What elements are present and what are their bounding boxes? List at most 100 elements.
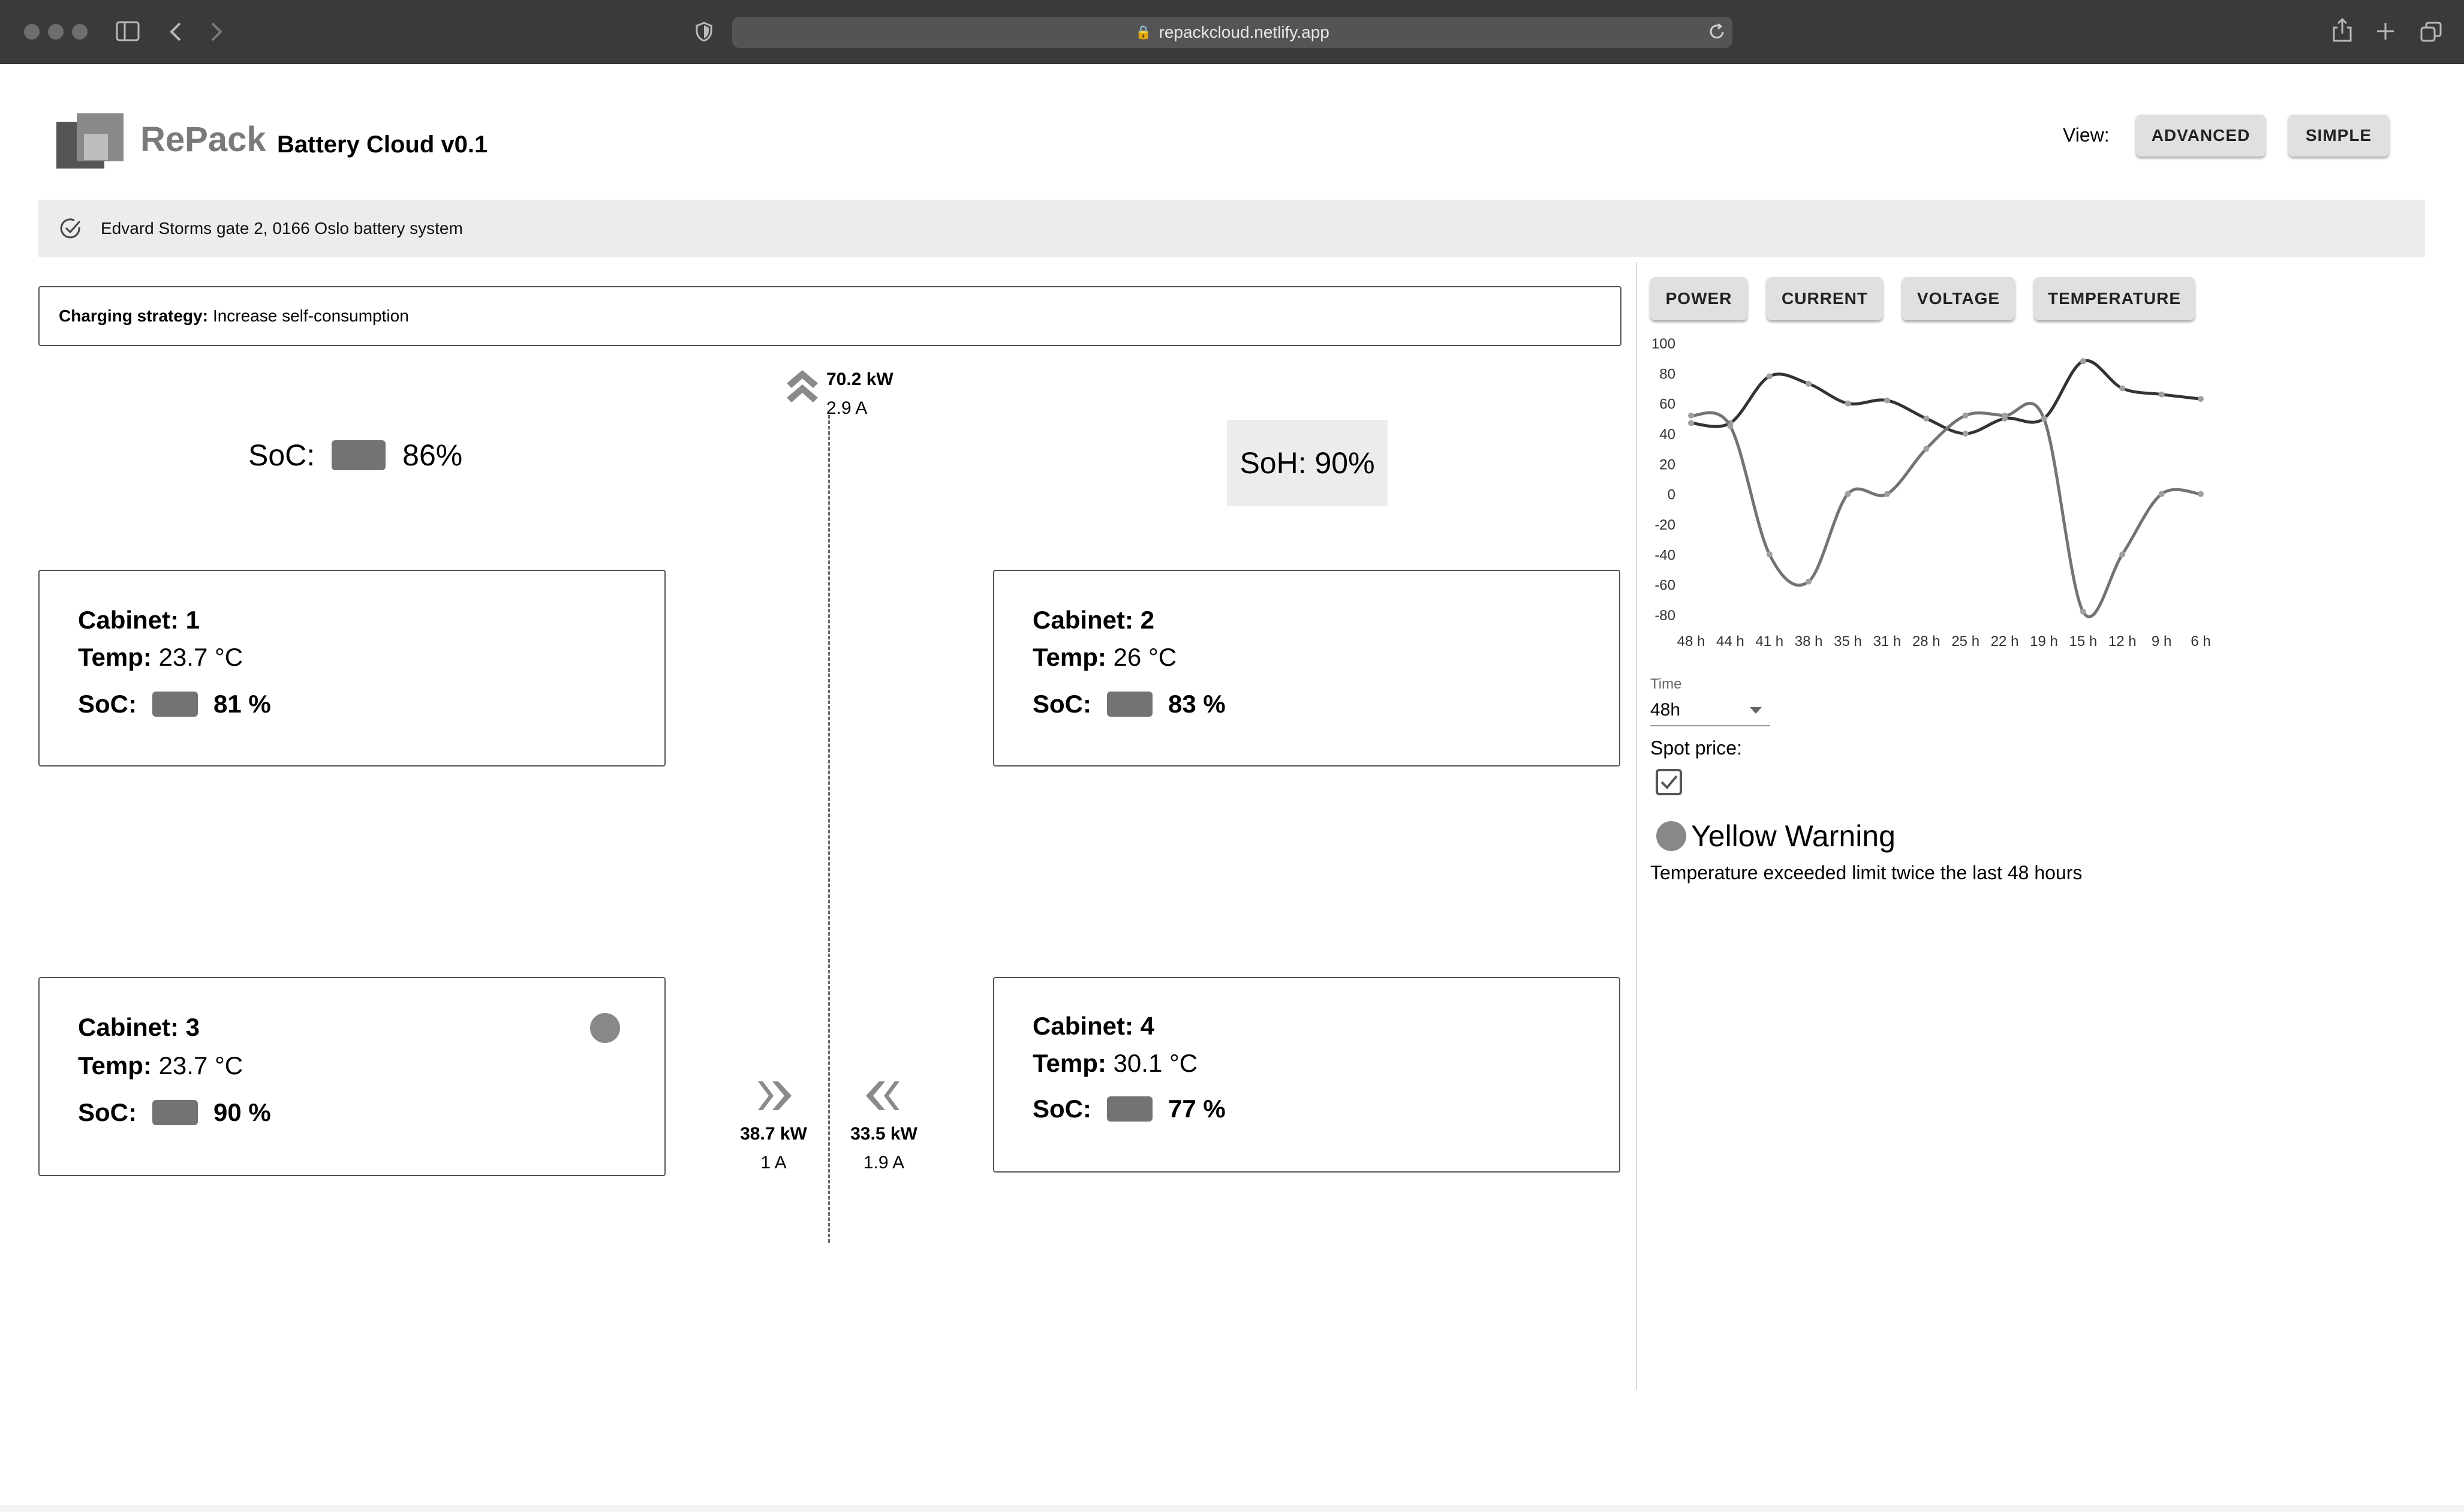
tab-temperature[interactable]: TEMPERATURE [2034,277,2195,320]
data-point [1727,423,1734,429]
spot-price-checkbox[interactable] [1655,768,1683,796]
forward-icon[interactable] [210,22,223,42]
cabinet-temp-value: 23.7 °C [158,1051,243,1080]
zoom-window-icon[interactable] [72,24,88,40]
simple-view-button[interactable]: SIMPLE [2288,115,2389,157]
time-range-select[interactable]: 48h [1650,695,1770,726]
logo-text: RePack [140,120,266,159]
x-tick-label: 19 h [2030,633,2058,650]
y-tick-label: 40 [1659,426,1675,443]
time-range-value: 48h [1650,700,1681,720]
top-flow-current: 2.9 A [826,398,868,418]
y-tick-label: -60 [1654,578,1675,594]
warning-status-dot [590,1013,620,1043]
tab-current[interactable]: CURRENT [1767,277,1883,320]
data-point [1806,578,1812,585]
minimize-window-icon[interactable] [48,24,64,40]
cabinet-soc-label: SoC: [78,1098,137,1126]
cabinet-temp: Temp: 30.1 °C [1033,1049,1198,1078]
x-tick-label: 25 h [1951,633,1979,650]
cabinet-card-3[interactable]: Cabinet: 3 Temp: 23.7 °C SoC: 90 % [38,977,666,1176]
cabinet-temp-label: Temp: [78,643,152,671]
cabinet-soc-value: 77 % [1168,1095,1226,1123]
cabinet-card-1[interactable]: Cabinet: 1 Temp: 23.7 °C SoC: 81 % [38,570,666,766]
cabinet-temp-label: Temp: [78,1051,152,1080]
page-bottom-edge [0,1505,2464,1512]
x-tick-label: 28 h [1912,633,1940,650]
y-tick-label: -40 [1654,547,1675,563]
left-flow-current: 1 A [760,1153,787,1173]
power-flow-line [828,415,830,1243]
history-chart: 100 80 60 40 20 0 -20 -40 -60 -8048 h 44 h 41 h 38 h… [1651,336,2211,650]
data-point [2119,551,2126,558]
cabinet-soc: SoC: 83 % [1033,690,1226,719]
check-circle-icon [60,218,81,239]
share-icon[interactable] [2333,18,2352,42]
sidebar-icon[interactable] [116,21,140,41]
charging-strategy-value: Increase self-consumption [212,306,409,325]
cabinet-soc-value: 81 % [213,690,271,718]
tab-overview-icon[interactable] [2420,22,2442,42]
data-point [2158,491,2165,497]
right-flow-readout: 33.5 kW 1.9 A [830,1120,938,1177]
charging-strategy-label: Charging strategy: [59,306,208,325]
cabinet-soc: SoC: 90 % [78,1098,271,1127]
data-point [1884,397,1890,404]
right-flow-current: 1.9 A [863,1153,905,1173]
cabinet-card-4[interactable]: Cabinet: 4 Temp: 30.1 °C SoC: 77 % [993,977,1620,1173]
data-point [1845,400,1851,407]
cabinet-temp: Temp: 23.7 °C [78,1051,243,1080]
view-label: View: [2063,124,2110,146]
series-line-1 [1690,359,2201,435]
x-tick-label: 22 h [1991,633,2019,650]
page: RePack Battery Cloud v0.1 View: ADVANCED… [0,64,2464,1512]
x-tick-label: 15 h [2069,633,2097,650]
system-soc: SoC: 86% [248,438,462,473]
cabinet-soc-value: 90 % [213,1098,271,1126]
new-tab-icon[interactable] [2376,22,2395,41]
data-point [1923,446,1930,452]
warning-status-dot [1656,821,1686,851]
cabinet-temp-label: Temp: [1033,1049,1106,1077]
back-icon[interactable] [169,22,182,42]
battery-icon [152,1100,198,1125]
top-flow-readout: 70.2 kW 2.9 A [826,365,893,423]
system-address-banner: Edvard Storms gate 2, 0166 Oslo battery … [38,200,2425,257]
cabinet-soc-label: SoC: [1033,1095,1091,1123]
data-point [2002,412,2008,419]
tab-voltage[interactable]: VOLTAGE [1902,277,2015,320]
data-point [1884,491,1890,497]
x-tick-label: 41 h [1755,633,1783,650]
cabinet-soc: SoC: 77 % [1033,1095,1226,1123]
cabinet-card-2[interactable]: Cabinet: 2 Temp: 26 °C SoC: 83 % [993,570,1620,766]
reload-icon[interactable] [1708,23,1726,41]
url-bar[interactable]: 🔒 repackcloud.netlify.app [732,17,1732,48]
x-tick-label: 12 h [2108,633,2137,650]
system-address: Edvard Storms gate 2, 0166 Oslo battery … [101,219,463,238]
data-point [2198,491,2204,497]
right-flow-power: 33.5 kW [850,1124,917,1144]
data-point [1923,415,1930,422]
double-chevron-left-icon [866,1081,899,1110]
cabinet-temp: Temp: 26 °C [1033,643,1177,672]
data-point [2041,415,2047,422]
data-point [1962,412,1969,419]
y-tick-label: -80 [1654,608,1675,624]
url-text: repackcloud.netlify.app [1159,23,1329,41]
y-tick-label: 0 [1668,487,1675,503]
app-title: Battery Cloud v0.1 [277,131,488,158]
x-tick-label: 9 h [2152,633,2171,650]
data-point [2158,391,2165,398]
tab-power[interactable]: POWER [1650,277,1747,320]
cabinet-soc-label: SoC: [1033,690,1091,718]
data-point [2198,396,2204,402]
cabinet-soc-label: SoC: [78,690,137,718]
warning-text: Temperature exceeded limit twice the las… [1650,862,2083,883]
time-label: Time [1650,676,1682,692]
shield-icon[interactable] [696,22,712,42]
series-line-2 [1690,401,2201,618]
advanced-view-button[interactable]: ADVANCED [2136,115,2266,157]
left-flow-readout: 38.7 kW 1 A [720,1120,828,1177]
browser-toolbar: 🔒 repackcloud.netlify.app [0,0,2464,64]
close-window-icon[interactable] [24,24,40,40]
